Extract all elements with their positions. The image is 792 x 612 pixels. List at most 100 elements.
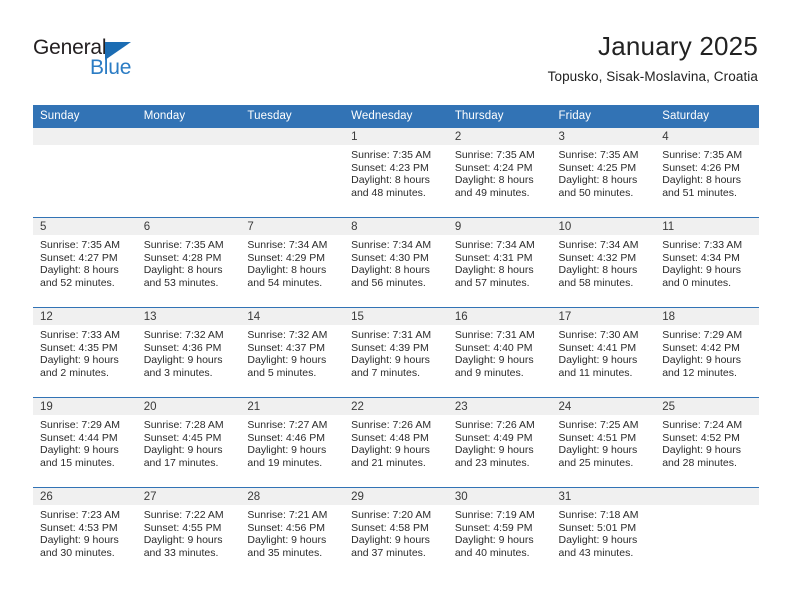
daylight-duration-line2: and 12 minutes. (662, 366, 737, 379)
calendar-day-cell[interactable]: 3 Sunrise: 7:35 AM Sunset: 4:25 PM Daylight… (551, 127, 656, 218)
calendar-day-cell[interactable]: 15 Sunrise: 7:31 AM Sunset: 4:39 PM Dayligh… (344, 307, 448, 398)
sunset-time: Sunset: 4:49 PM (454, 431, 533, 444)
calendar-day-cell[interactable]: 25 Sunrise: 7:24 AM Sunset: 4:52 PM Dayligh… (655, 397, 759, 488)
daylight-duration-line1: Daylight: 9 hours (40, 354, 119, 367)
calendar-day-cell[interactable]: 14 Sunrise: 7:32 AM Sunset: 4:37 PM Dayligh… (240, 307, 345, 398)
sunrise-time: Sunrise: 7:31 AM (454, 329, 535, 341)
sunset-time: Sunset: 4:44 PM (40, 431, 118, 444)
calendar-day-cell[interactable]: 1 Sunrise: 7:35 AM Sunset: 4:23 PM Daylight… (344, 127, 448, 218)
day-number (136, 128, 241, 145)
daylight-duration-line2: and 28 minutes. (662, 456, 737, 469)
daylight-duration-line2: and 51 minutes. (662, 186, 737, 199)
day-sun-info: Sunrise: 7:18 AM Sunset: 5:01 PM Daylight:… (552, 505, 656, 559)
day-sun-info: Sunrise: 7:35 AM Sunset: 4:24 PM Daylight:… (448, 145, 552, 199)
daylight-duration-line1: Daylight: 9 hours (351, 534, 430, 547)
sunset-time: Sunset: 5:01 PM (558, 521, 637, 534)
calendar-day-cell[interactable]: 24 Sunrise: 7:25 AM Sunset: 4:51 PM Dayligh… (551, 397, 656, 488)
calendar-week-row: 19 Sunrise: 7:29 AM Sunset: 4:44 PM Dayligh… (33, 397, 759, 488)
sunrise-time: Sunrise: 7:35 AM (558, 149, 639, 161)
sunset-time: Sunset: 4:31 PM (454, 251, 533, 264)
day-sun-info: Sunrise: 7:26 AM Sunset: 4:49 PM Daylight:… (448, 415, 552, 469)
calendar-day-cell[interactable]: 2 Sunrise: 7:35 AM Sunset: 4:24 PM Daylight… (447, 127, 552, 218)
calendar-empty-cell (33, 127, 137, 218)
day-number: 12 (33, 308, 137, 325)
calendar-day-cell[interactable]: 5 Sunrise: 7:35 AM Sunset: 4:27 PM Daylight… (33, 217, 137, 308)
calendar-day-cell[interactable]: 17 Sunrise: 7:30 AM Sunset: 4:41 PM Dayligh… (551, 307, 656, 398)
calendar-day-cell[interactable]: 22 Sunrise: 7:26 AM Sunset: 4:48 PM Dayligh… (344, 397, 448, 488)
sunrise-time: Sunrise: 7:29 AM (662, 329, 743, 341)
title-block: January 2025 Topusko, Sisak-Moslavina, C… (548, 30, 758, 87)
day-sun-info: Sunrise: 7:22 AM Sunset: 4:55 PM Daylight:… (137, 505, 241, 559)
day-number: 18 (655, 308, 759, 325)
daylight-duration-line2: and 11 minutes. (558, 366, 633, 379)
calendar-day-cell[interactable]: 16 Sunrise: 7:31 AM Sunset: 4:40 PM Dayligh… (447, 307, 552, 398)
day-number: 5 (33, 218, 137, 235)
day-sun-info: Sunrise: 7:25 AM Sunset: 4:51 PM Daylight:… (552, 415, 656, 469)
sunrise-time: Sunrise: 7:23 AM (40, 509, 120, 521)
calendar-day-cell[interactable]: 20 Sunrise: 7:28 AM Sunset: 4:45 PM Dayligh… (136, 397, 241, 488)
day-number: 8 (344, 218, 448, 235)
calendar-day-cell[interactable]: 6 Sunrise: 7:35 AM Sunset: 4:28 PM Daylight… (136, 217, 241, 308)
daylight-duration-line2: and 50 minutes. (558, 186, 634, 199)
sunset-time: Sunset: 4:56 PM (247, 521, 326, 534)
calendar-day-cell[interactable]: 4 Sunrise: 7:35 AM Sunset: 4:26 PM Daylight… (655, 127, 759, 218)
calendar-day-cell[interactable]: 31 Sunrise: 7:18 AM Sunset: 5:01 PM Dayligh… (551, 487, 656, 578)
calendar-day-cell[interactable]: 26 Sunrise: 7:23 AM Sunset: 4:53 PM Dayligh… (33, 487, 137, 578)
sunrise-time: Sunrise: 7:29 AM (40, 419, 120, 431)
calendar-day-cell[interactable]: 7 Sunrise: 7:34 AM Sunset: 4:29 PM Daylight… (240, 217, 345, 308)
day-sun-info: Sunrise: 7:35 AM Sunset: 4:27 PM Daylight:… (33, 235, 137, 289)
weekday-header-tuesday: Tuesday (240, 105, 345, 128)
daylight-duration-line2: and 7 minutes. (351, 366, 420, 379)
calendar-day-cell[interactable]: 9 Sunrise: 7:34 AM Sunset: 4:31 PM Daylight… (447, 217, 552, 308)
calendar-day-cell[interactable]: 13 Sunrise: 7:32 AM Sunset: 4:36 PM Dayligh… (136, 307, 241, 398)
sunset-time: Sunset: 4:37 PM (247, 341, 326, 354)
daylight-duration-line1: Daylight: 8 hours (558, 264, 638, 277)
day-sun-info: Sunrise: 7:33 AM Sunset: 4:35 PM Daylight:… (33, 325, 137, 379)
sunrise-time: Sunrise: 7:22 AM (143, 509, 224, 521)
day-number: 17 (551, 308, 656, 325)
calendar-day-cell[interactable]: 8 Sunrise: 7:34 AM Sunset: 4:30 PM Daylight… (344, 217, 448, 308)
day-number: 27 (136, 488, 241, 505)
calendar-empty-cell (240, 127, 345, 218)
day-number: 23 (447, 398, 552, 415)
daylight-duration-line1: Daylight: 9 hours (247, 354, 327, 367)
day-number: 20 (136, 398, 241, 415)
daylight-duration-line2: and 57 minutes. (454, 276, 530, 289)
day-sun-info: Sunrise: 7:20 AM Sunset: 4:58 PM Daylight:… (344, 505, 448, 559)
calendar-day-cell[interactable]: 18 Sunrise: 7:29 AM Sunset: 4:42 PM Dayligh… (655, 307, 759, 398)
day-sun-info: Sunrise: 7:24 AM Sunset: 4:52 PM Daylight:… (655, 415, 759, 469)
daylight-duration-line2: and 56 minutes. (351, 276, 426, 289)
daylight-duration-line2: and 37 minutes. (351, 546, 426, 559)
daylight-duration-line2: and 21 minutes. (351, 456, 426, 469)
sunrise-time: Sunrise: 7:21 AM (247, 509, 328, 521)
sunset-time: Sunset: 4:23 PM (351, 161, 429, 174)
calendar-day-cell[interactable]: 23 Sunrise: 7:26 AM Sunset: 4:49 PM Dayligh… (447, 397, 552, 488)
daylight-duration-line1: Daylight: 9 hours (351, 354, 430, 367)
logo-text-blue: Blue (90, 56, 132, 79)
day-number: 7 (240, 218, 345, 235)
page-header: General Blue January 2025 Topusko, Sisak… (0, 0, 792, 100)
calendar-day-cell[interactable]: 21 Sunrise: 7:27 AM Sunset: 4:46 PM Dayligh… (240, 397, 345, 488)
sunrise-time: Sunrise: 7:35 AM (662, 149, 743, 161)
daylight-duration-line2: and 19 minutes. (247, 456, 323, 469)
calendar-day-cell[interactable]: 11 Sunrise: 7:33 AM Sunset: 4:34 PM Dayligh… (655, 217, 759, 308)
sunset-time: Sunset: 4:27 PM (40, 251, 118, 264)
day-sun-info: Sunrise: 7:27 AM Sunset: 4:46 PM Daylight:… (240, 415, 344, 469)
calendar-day-cell[interactable]: 12 Sunrise: 7:33 AM Sunset: 4:35 PM Dayligh… (33, 307, 137, 398)
calendar-day-cell[interactable]: 29 Sunrise: 7:20 AM Sunset: 4:58 PM Dayligh… (344, 487, 448, 578)
daylight-duration-line2: and 54 minutes. (247, 276, 323, 289)
sunset-time: Sunset: 4:48 PM (351, 431, 429, 444)
day-number: 28 (240, 488, 345, 505)
calendar-day-cell[interactable]: 10 Sunrise: 7:34 AM Sunset: 4:32 PM Dayligh… (551, 217, 656, 308)
daylight-duration-line1: Daylight: 9 hours (40, 534, 119, 547)
sunset-time: Sunset: 4:41 PM (558, 341, 637, 354)
daylight-duration-line1: Daylight: 8 hours (351, 264, 430, 277)
calendar-page: General Blue January 2025 Topusko, Sisak… (0, 0, 792, 612)
calendar-day-cell[interactable]: 27 Sunrise: 7:22 AM Sunset: 4:55 PM Dayligh… (136, 487, 241, 578)
calendar-day-cell[interactable]: 28 Sunrise: 7:21 AM Sunset: 4:56 PM Dayligh… (240, 487, 345, 578)
calendar-day-cell[interactable]: 30 Sunrise: 7:19 AM Sunset: 4:59 PM Dayligh… (447, 487, 552, 578)
calendar-day-cell[interactable]: 19 Sunrise: 7:29 AM Sunset: 4:44 PM Dayligh… (33, 397, 137, 488)
sunset-time: Sunset: 4:42 PM (662, 341, 740, 354)
daylight-duration-line1: Daylight: 8 hours (143, 264, 223, 277)
day-number: 30 (447, 488, 552, 505)
